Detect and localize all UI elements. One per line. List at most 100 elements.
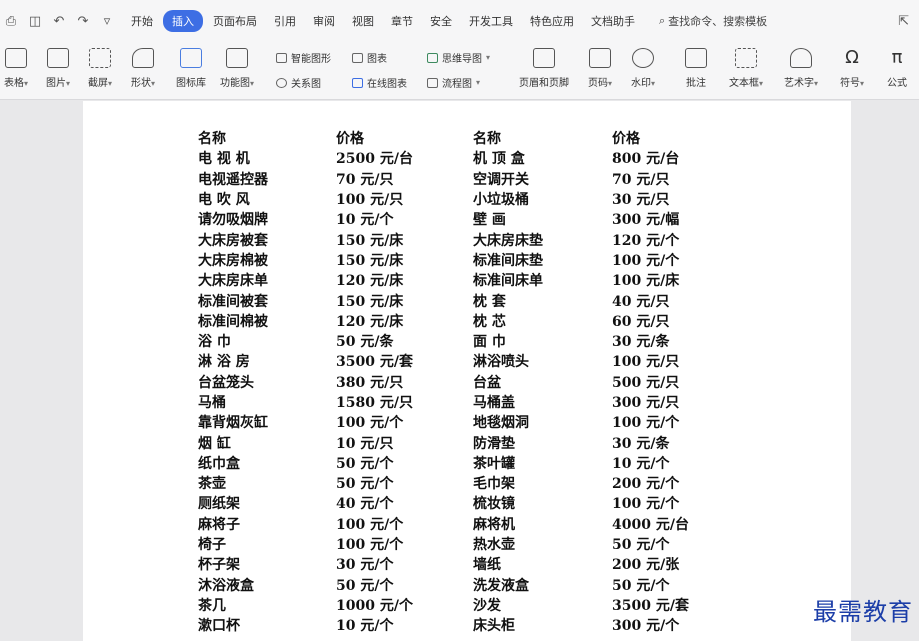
tab-menu-item[interactable]: 插入 bbox=[163, 10, 203, 32]
print-preview-icon[interactable]: ◫ bbox=[28, 14, 42, 29]
comment-button[interactable]: 批注 bbox=[685, 48, 707, 89]
shapes-button[interactable]: 形状▾ bbox=[131, 48, 155, 89]
customize-icon[interactable]: ▿ bbox=[100, 14, 114, 29]
item-price-cell: 150 元/床 bbox=[336, 293, 404, 310]
mind-map-button[interactable]: 思维导图 ▾ bbox=[427, 50, 490, 65]
item-price-cell: 200 元/个 bbox=[612, 476, 680, 493]
tab-menu-item[interactable]: 视图 bbox=[345, 10, 381, 32]
header-footer-button[interactable]: 页眉和页脚 bbox=[519, 48, 569, 89]
table-row: 漱口杯 10 元/个 床头柜 300 元/个 bbox=[198, 615, 722, 635]
item-name-cell: 淋浴喷头 bbox=[473, 354, 529, 371]
insert-table-button[interactable]: 表格▾ bbox=[4, 48, 28, 89]
item-price-cell: 70 元/只 bbox=[336, 171, 394, 188]
item-name-cell: 马桶 bbox=[198, 395, 226, 411]
table-row: 杯子架 30 元/个 墙纸 200 元/张 bbox=[198, 554, 722, 574]
tab-menu-item[interactable]: 开发工具 bbox=[462, 10, 520, 32]
item-name-cell: 茶叶罐 bbox=[473, 455, 515, 472]
flowchart-button[interactable]: 流程图 ▾ bbox=[427, 75, 480, 90]
formula-button[interactable]: π 公式 bbox=[886, 48, 908, 90]
table-row: 请勿吸烟牌 10 元/个 壁 画 300 元/幅 bbox=[198, 209, 722, 229]
table-header-row: 名称 价格 名称 价格 bbox=[198, 128, 722, 148]
item-price-cell: 10 元/个 bbox=[336, 618, 394, 635]
function-chart-button[interactable]: 功能图▾ bbox=[220, 48, 254, 89]
print-icon[interactable]: ⎙ bbox=[4, 14, 18, 29]
search-label: 查找命令、搜索模板 bbox=[668, 15, 768, 28]
page-number-button[interactable]: 页码▾ bbox=[588, 48, 612, 89]
item-price-cell: 30 元/个 bbox=[336, 557, 394, 574]
item-name-cell: 壁 画 bbox=[473, 212, 506, 229]
tab-menu-item[interactable]: 审阅 bbox=[306, 10, 342, 32]
tab-menu-item[interactable]: 章节 bbox=[384, 10, 420, 32]
item-price-cell: 3500 元/套 bbox=[336, 354, 413, 371]
smart-art-button[interactable]: 智能图形 bbox=[276, 50, 331, 65]
wordart-button[interactable]: 艺术字▾ bbox=[784, 48, 818, 89]
item-name-cell: 大床房床垫 bbox=[473, 232, 543, 249]
relation-chart-button[interactable]: 关系图 bbox=[276, 75, 321, 90]
item-name-cell: 漱口杯 bbox=[198, 618, 240, 635]
tab-menu-item[interactable]: 开始 bbox=[124, 10, 160, 32]
item-price-cell: 120 元/床 bbox=[336, 273, 404, 290]
insert-picture-button[interactable]: 图片▾ bbox=[46, 48, 70, 89]
item-name-cell: 机 顶 盒 bbox=[473, 151, 525, 168]
item-name-cell: 防滑垫 bbox=[473, 435, 515, 452]
item-name-cell: 大床房棉被 bbox=[198, 252, 268, 269]
item-name-cell: 烟 缸 bbox=[198, 435, 231, 452]
item-name-cell: 淋 浴 房 bbox=[198, 354, 250, 371]
screenshot-button[interactable]: 截屏▾ bbox=[88, 48, 112, 89]
item-price-cell: 150 元/床 bbox=[336, 252, 404, 269]
item-price-cell: 300 元/幅 bbox=[612, 212, 680, 229]
comment-icon bbox=[685, 48, 707, 68]
table-header-cell: 价格 bbox=[612, 131, 640, 148]
redo-icon[interactable]: ↷ bbox=[76, 14, 90, 29]
item-name-cell: 地毯烟洞 bbox=[473, 415, 529, 432]
item-price-cell: 100 元/个 bbox=[612, 415, 680, 432]
item-price-cell: 10 元/个 bbox=[612, 455, 670, 472]
table-row: 电 视 机 2500 元/台 机 顶 盒 800 元/台 bbox=[198, 148, 722, 168]
tab-menu-item[interactable]: 文档助手 bbox=[584, 10, 642, 32]
item-price-cell: 2500 元/台 bbox=[336, 151, 413, 168]
item-name-cell: 标准间床单 bbox=[473, 273, 543, 290]
table-row: 烟 缸 10 元/只 防滑垫 30 元/条 bbox=[198, 432, 722, 452]
shapes-icon bbox=[132, 48, 154, 68]
chart-button[interactable]: 图表 bbox=[352, 50, 387, 65]
quick-access-toolbar: ⎙ ◫ ↶ ↷ ▿ bbox=[0, 14, 114, 29]
item-price-cell: 50 元/个 bbox=[336, 455, 394, 472]
item-name-cell: 枕 芯 bbox=[473, 313, 506, 330]
item-name-cell: 毛巾架 bbox=[473, 476, 515, 493]
item-price-cell: 100 元/个 bbox=[612, 496, 680, 513]
table-row: 纸巾盒 50 元/个 茶叶罐 10 元/个 bbox=[198, 453, 722, 473]
icon-library-button[interactable]: 图标库 bbox=[176, 48, 206, 89]
table-row: 大床房被套 150 元/床 大床房床垫 120 元/个 bbox=[198, 229, 722, 249]
function-chart-icon bbox=[226, 48, 248, 68]
table-row: 椅子 100 元/个 热水壶 50 元/个 bbox=[198, 534, 722, 554]
item-name-cell: 大床房床单 bbox=[198, 273, 268, 290]
undo-icon[interactable]: ↶ bbox=[52, 14, 66, 29]
tab-menu-item[interactable]: 页面布局 bbox=[206, 10, 264, 32]
tab-menu-item[interactable]: 引用 bbox=[267, 10, 303, 32]
menu-tabs: 开始 插入 页面布局 引用 审阅 视图 章节 安全 开发工具 特色应用 文档助手 bbox=[124, 10, 645, 32]
document-page[interactable]: 名称 价格 名称 价格电 视 机 2500 元/台 机 顶 盒 800 元/台 电视遥控器 70… bbox=[83, 101, 851, 641]
item-name-cell: 台盆笼头 bbox=[198, 374, 254, 391]
symbol-button[interactable]: Ω 符号▾ bbox=[840, 48, 864, 90]
item-price-cell: 200 元/张 bbox=[612, 557, 680, 574]
chart-icon bbox=[352, 52, 363, 63]
tab-menu-item[interactable]: 安全 bbox=[423, 10, 459, 32]
item-name-cell: 茶几 bbox=[198, 597, 226, 614]
item-name-cell: 茶壶 bbox=[198, 476, 226, 493]
table-row: 浴 巾 50 元/条 面 巾 30 元/条 bbox=[198, 331, 722, 351]
item-price-cell: 50 元/个 bbox=[336, 476, 394, 493]
item-name-cell: 电视遥控器 bbox=[198, 171, 268, 188]
textbox-button[interactable]: 文本框▾ bbox=[729, 48, 763, 89]
table-row: 靠背烟灰缸 100 元/个 地毯烟洞 100 元/个 bbox=[198, 412, 722, 432]
watermark-button[interactable]: 水印▾ bbox=[631, 48, 655, 89]
item-name-cell: 标准间床垫 bbox=[473, 252, 543, 269]
online-chart-button[interactable]: 在线图表 bbox=[352, 75, 407, 90]
item-price-cell: 10 元/个 bbox=[336, 212, 394, 229]
tab-menu-item[interactable]: 特色应用 bbox=[523, 10, 581, 32]
command-search[interactable]: ⌕ 查找命令、搜索模板 bbox=[659, 13, 767, 29]
item-name-cell: 麻将子 bbox=[198, 516, 240, 533]
price-table: 名称 价格 名称 价格电 视 机 2500 元/台 机 顶 盒 800 元/台 电视遥控器 70… bbox=[198, 128, 722, 635]
share-icon[interactable]: ⇱ bbox=[898, 14, 909, 29]
item-name-cell: 靠背烟灰缸 bbox=[198, 415, 268, 432]
table-row: 标准间棉被 120 元/床 枕 芯 60 元/只 bbox=[198, 311, 722, 331]
